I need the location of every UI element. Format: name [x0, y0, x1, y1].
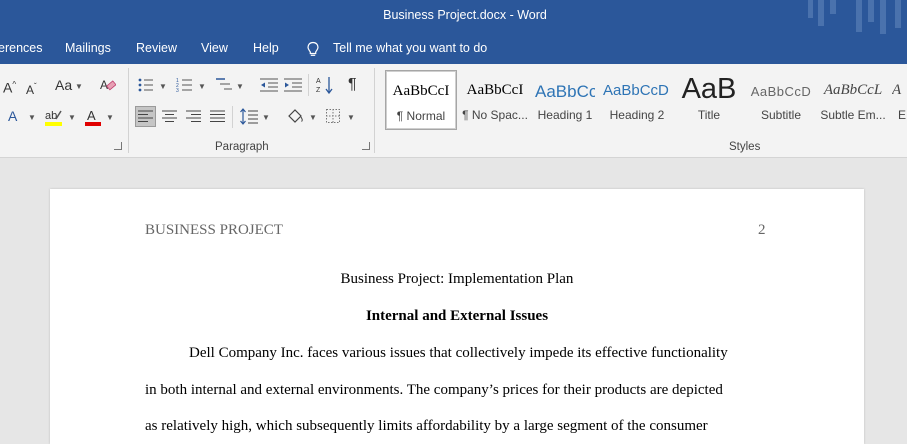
- chevron-down-icon[interactable]: ▼: [159, 82, 167, 91]
- align-center-icon[interactable]: [162, 110, 177, 123]
- font-color-icon[interactable]: A: [83, 108, 103, 128]
- svg-text:Z: Z: [316, 87, 321, 94]
- style-preview: AaBbCcI: [466, 82, 524, 98]
- title-decoration: [880, 0, 886, 34]
- ribbon-tabs: erences Mailings Review View Help Tell m…: [0, 34, 907, 64]
- paragraph-line: in both internal and external environmen…: [145, 382, 723, 398]
- group-separator: [374, 68, 375, 153]
- title-decoration: [856, 0, 862, 32]
- window-title: Business Project.docx - Word: [383, 8, 547, 22]
- paragraph-line: Dell Company Inc. faces various issues t…: [189, 345, 728, 361]
- tab-review[interactable]: Review: [136, 41, 177, 55]
- document-page[interactable]: BUSINESS PROJECT 2 Business Project: Imp…: [50, 189, 864, 444]
- sort-icon[interactable]: A Z: [316, 76, 334, 94]
- clear-formatting-icon[interactable]: A: [100, 77, 116, 93]
- show-formatting-marks-icon[interactable]: ¶: [348, 77, 357, 93]
- svg-text:ab: ab: [45, 110, 57, 122]
- style-subtitle[interactable]: AaBbCcD Subtitle: [748, 70, 814, 128]
- tab-view[interactable]: View: [201, 41, 228, 55]
- svg-text:A: A: [316, 78, 321, 85]
- document-title: Business Project: Implementation Plan: [340, 271, 574, 287]
- numbering-icon[interactable]: 1 2 3: [176, 77, 193, 93]
- grow-font-icon[interactable]: A^: [3, 77, 16, 96]
- style-preview: AaBbCc: [535, 82, 595, 101]
- title-decoration: [808, 0, 813, 18]
- chevron-down-icon[interactable]: ▼: [262, 113, 270, 122]
- button-separator: [232, 106, 233, 128]
- increase-indent-icon[interactable]: [284, 78, 302, 92]
- style-heading-2[interactable]: AaBbCcD Heading 2: [603, 70, 671, 128]
- group-separator: [128, 68, 129, 153]
- borders-icon[interactable]: [326, 109, 340, 123]
- svg-text:3: 3: [176, 88, 179, 93]
- svg-text:A: A: [100, 78, 108, 92]
- text-effects-icon[interactable]: A: [8, 108, 17, 124]
- decrease-indent-icon[interactable]: [260, 78, 278, 92]
- font-dialog-launcher-icon[interactable]: [114, 142, 122, 150]
- paragraph-group-label: Paragraph: [215, 141, 269, 153]
- style-preview: AaBbCcD: [603, 82, 669, 99]
- align-left-icon: [138, 110, 153, 122]
- title-decoration: [895, 0, 901, 28]
- paragraph-dialog-launcher-icon[interactable]: [362, 142, 370, 150]
- style-preview: AaBbCcI: [392, 83, 450, 99]
- title-decoration: [830, 0, 836, 14]
- chevron-down-icon[interactable]: ▼: [236, 82, 244, 91]
- align-left-button[interactable]: [135, 106, 156, 127]
- style-emphasis[interactable]: A E: [892, 70, 907, 128]
- chevron-down-icon[interactable]: ▼: [198, 82, 206, 91]
- running-head: BUSINESS PROJECT: [145, 222, 283, 238]
- style-normal[interactable]: AaBbCcI ¶ Normal: [385, 70, 457, 130]
- chevron-down-icon[interactable]: ▼: [347, 113, 355, 122]
- style-no-spacing[interactable]: AaBbCcI ¶ No Spac...: [459, 70, 531, 128]
- ribbon: A^ Aˇ Aa ▼ A A ▼ ab ▼ A ▼ ▼ 1 2 3 ▼ ▼ A …: [0, 64, 907, 158]
- button-separator: [308, 74, 309, 96]
- chevron-down-icon[interactable]: ▼: [309, 113, 317, 122]
- style-title[interactable]: AaB Title: [674, 70, 744, 128]
- chevron-down-icon[interactable]: ▼: [68, 113, 76, 122]
- title-decoration: [818, 0, 824, 26]
- multilevel-list-icon[interactable]: [215, 77, 233, 93]
- style-preview: AaBbCcL: [823, 82, 883, 98]
- style-preview: A: [892, 82, 902, 98]
- style-name: Heading 2: [609, 108, 665, 122]
- style-name: E: [898, 108, 907, 122]
- chevron-down-icon[interactable]: ▼: [106, 113, 114, 122]
- style-name: Heading 1: [537, 108, 593, 122]
- title-bar: Business Project.docx - Word: [0, 0, 907, 34]
- svg-text:A: A: [87, 108, 96, 123]
- section-heading: Internal and External Issues: [365, 308, 549, 324]
- line-spacing-icon[interactable]: [240, 108, 258, 125]
- style-name: Subtle Em...: [820, 108, 886, 122]
- style-heading-1[interactable]: AaBbCc Heading 1: [535, 70, 595, 128]
- page-number: 2: [758, 222, 766, 238]
- shading-icon[interactable]: [286, 107, 304, 125]
- style-subtle-emphasis[interactable]: AaBbCcL Subtle Em...: [818, 70, 888, 128]
- style-name: Title: [697, 108, 721, 122]
- style-name: Subtitle: [760, 108, 802, 122]
- tell-me-search[interactable]: Tell me what you want to do: [333, 41, 487, 55]
- justify-icon[interactable]: [210, 110, 225, 123]
- chevron-down-icon[interactable]: ▼: [75, 82, 83, 91]
- tab-help[interactable]: Help: [253, 41, 279, 55]
- style-name: ¶ No Spac...: [462, 108, 528, 122]
- bullets-icon[interactable]: [138, 78, 154, 92]
- shrink-font-icon[interactable]: Aˇ: [26, 79, 37, 98]
- lightbulb-icon[interactable]: [306, 41, 320, 58]
- style-preview: AaBbCcD: [750, 84, 812, 99]
- align-right-icon[interactable]: [186, 110, 201, 123]
- paragraph-line: as relatively high, which subsequently l…: [145, 418, 708, 434]
- style-name: ¶ Normal: [396, 109, 446, 123]
- title-decoration: [868, 0, 874, 22]
- style-preview: AaB: [681, 73, 737, 105]
- change-case-button[interactable]: Aa: [55, 77, 72, 93]
- highlight-color-icon[interactable]: ab: [44, 108, 64, 128]
- chevron-down-icon[interactable]: ▼: [28, 113, 36, 122]
- tab-mailings[interactable]: Mailings: [65, 41, 111, 55]
- styles-group-label: Styles: [729, 141, 761, 153]
- tab-references[interactable]: erences: [0, 41, 42, 55]
